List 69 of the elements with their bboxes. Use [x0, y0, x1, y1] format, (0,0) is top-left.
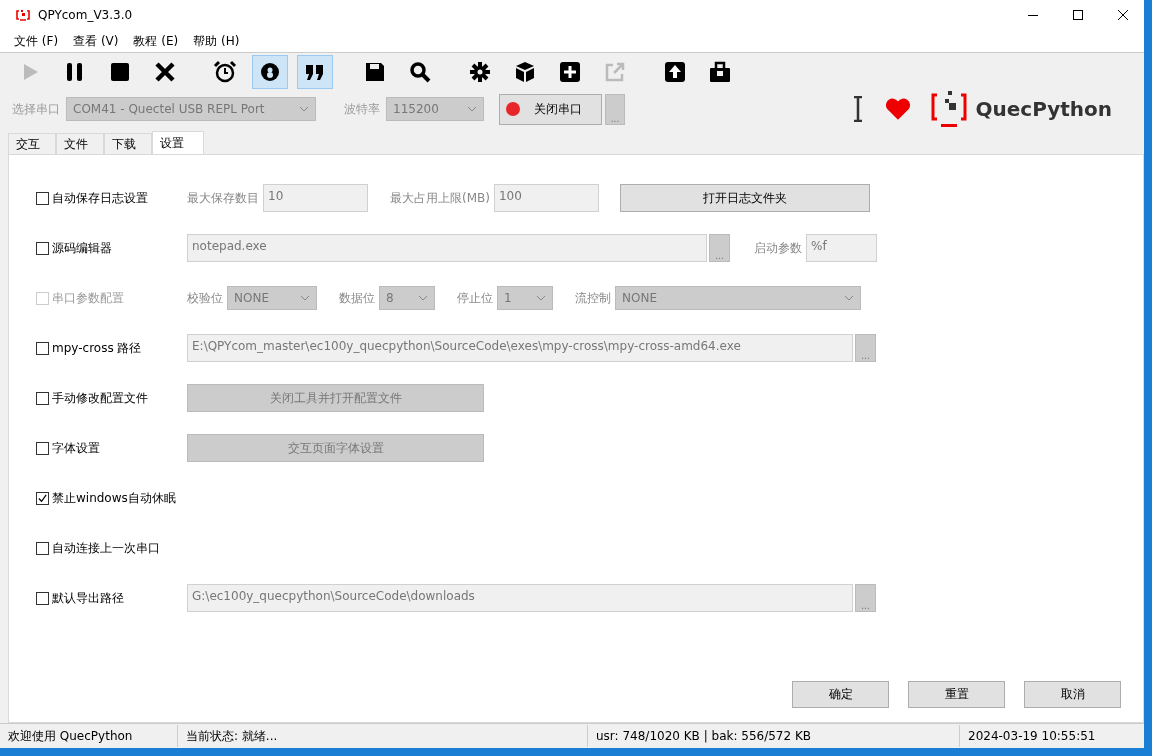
browse-button[interactable]: ... — [709, 234, 730, 262]
input-field[interactable]: notepad.exe — [187, 234, 707, 262]
dialog-button[interactable]: 取消 — [1024, 681, 1121, 708]
tab[interactable]: 设置 — [152, 131, 204, 154]
close-icon[interactable] — [1117, 9, 1129, 21]
field-label: 启动参数 — [754, 239, 802, 257]
checkbox[interactable] — [36, 441, 49, 455]
checkbox[interactable] — [36, 491, 49, 505]
tab[interactable]: 文件 — [56, 133, 104, 154]
field-label: 最大保存数目 — [187, 189, 259, 207]
checkbox-label: 禁止windows自动休眠 — [52, 489, 176, 507]
field-label: 校验位 — [187, 289, 223, 307]
chevron-down-icon — [300, 295, 310, 301]
dialog-button[interactable]: 重置 — [908, 681, 1005, 708]
status-text: usr: 748/1020 KB | bak: 556/572 KB — [588, 725, 960, 747]
menu-item[interactable]: 帮助 (H) — [193, 32, 240, 50]
ring-icon[interactable] — [252, 55, 288, 89]
checkbox-label: 串口参数配置 — [52, 289, 124, 307]
checkbox-label: 源码编辑器 — [52, 239, 112, 257]
checkbox-label: 自动保存日志设置 — [52, 189, 148, 207]
open-folder-button[interactable]: 打开日志文件夹 — [619, 184, 870, 212]
brand-name: QuecPython — [975, 97, 1112, 121]
field-label: 最大占用上限(MB) — [390, 189, 490, 207]
quote-icon[interactable] — [297, 55, 333, 89]
status-text: 2024-03-19 10:55:51 — [967, 728, 1097, 745]
chevron-down-icon — [418, 295, 428, 301]
checkbox[interactable] — [36, 341, 49, 355]
baud-label: 波特率 — [344, 100, 380, 118]
chevron-down-icon — [467, 106, 477, 112]
checkbox-label: 手动修改配置文件 — [52, 389, 148, 407]
checkbox[interactable] — [36, 391, 49, 405]
menu-item[interactable]: 文件 (F) — [14, 32, 59, 50]
tab[interactable]: 交互 — [8, 133, 56, 154]
checkbox[interactable] — [36, 191, 49, 205]
port-label: 选择串口 — [12, 100, 60, 118]
brand-logo-icon — [931, 89, 968, 129]
dialog-button[interactable]: 确定 — [792, 681, 889, 708]
input-field[interactable]: %f — [806, 234, 877, 262]
menu-item[interactable]: 查看 (V) — [73, 32, 119, 50]
tab[interactable]: 下载 — [104, 133, 152, 154]
input-field[interactable]: 10 — [263, 184, 368, 212]
checkbox-label: 自动连接上一次串口 — [52, 539, 160, 557]
chevron-down-icon — [536, 295, 546, 301]
input-field[interactable]: 100 — [493, 184, 599, 212]
heart-icon — [885, 97, 912, 121]
text-cursor-icon — [853, 96, 864, 122]
status-text: 当前状态: 就绪... — [178, 725, 588, 747]
path-field[interactable]: E:\QPYcom_master\ec100y_quecpython\SourceCode\exes\mpy-cross\mpy-cross-amd64.exe — [187, 334, 853, 362]
window-title: QPYcom_V3.3.0 — [38, 8, 133, 22]
checkbox[interactable] — [36, 591, 49, 605]
checkbox-label: mpy-cross 路径 — [52, 339, 142, 357]
chevron-down-icon — [299, 106, 309, 112]
browse-button[interactable]: ... — [855, 334, 876, 362]
menu-item[interactable]: 教程 (E) — [133, 32, 179, 50]
field-label: 停止位 — [457, 289, 493, 307]
checkbox-label: 字体设置 — [52, 439, 100, 457]
status-text: 欢迎使用 QuecPython — [0, 725, 178, 747]
maximize-icon[interactable] — [1072, 9, 1084, 21]
chevron-down-icon — [844, 295, 854, 301]
checkbox-label: 默认导出路径 — [52, 589, 124, 607]
field-label: 流控制 — [575, 289, 611, 307]
field-label: 数据位 — [339, 289, 375, 307]
browse-button[interactable]: ... — [855, 584, 876, 612]
path-field[interactable]: G:\ec100y_quecpython\SourceCode\downloads — [187, 584, 853, 612]
action-button[interactable]: 关闭工具并打开配置文件 — [187, 384, 484, 412]
checkbox[interactable] — [36, 241, 49, 255]
app-logo-icon — [16, 8, 30, 22]
action-button[interactable]: 交互页面字体设置 — [187, 434, 484, 462]
checkbox[interactable] — [36, 541, 49, 555]
